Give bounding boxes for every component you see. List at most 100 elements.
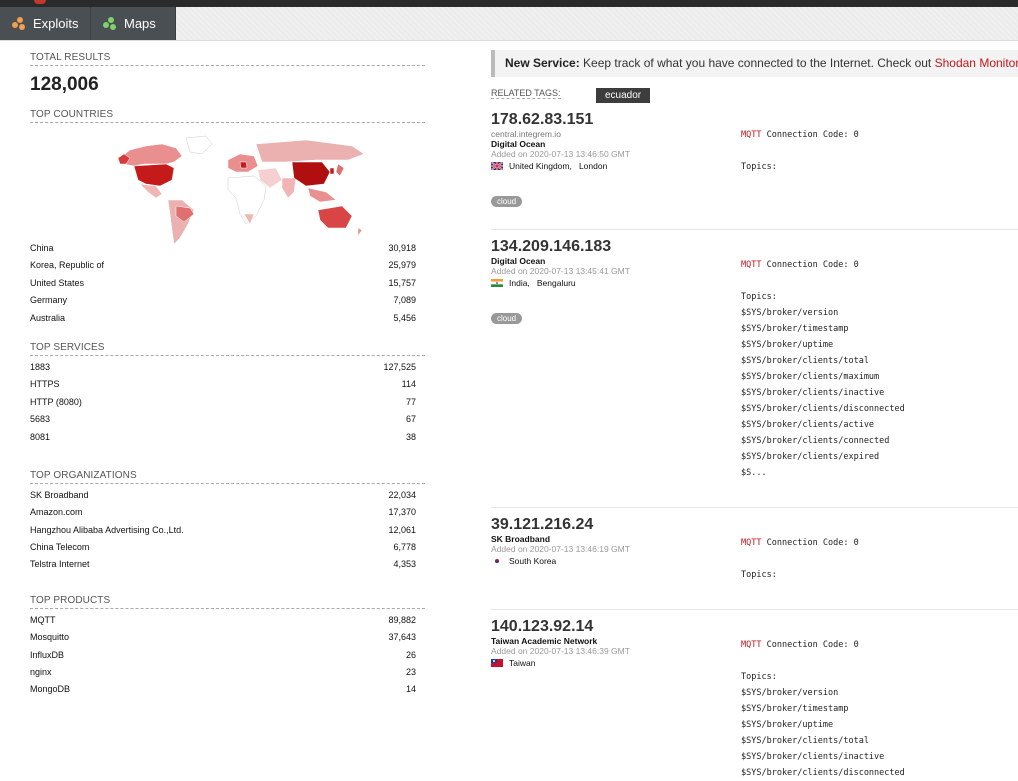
tab-maps[interactable]: Maps	[91, 7, 176, 40]
topics-label: Topics:	[741, 570, 777, 580]
list-item[interactable]: SK Broadband 22,034	[30, 487, 416, 504]
facet-name: China	[30, 243, 54, 253]
list-item[interactable]: MQTT 89,882	[30, 612, 416, 629]
topic-line: $SYS/broker/clients/expired	[741, 452, 880, 462]
facet-count: 26	[405, 649, 416, 660]
map-usa[interactable]	[133, 163, 175, 187]
result-country[interactable]: United Kingdom,	[509, 161, 572, 171]
topic-line: $S...	[741, 468, 767, 478]
topic-line: $SYS/broker/clients/active	[741, 420, 875, 430]
tag-cloud[interactable]: cloud	[491, 313, 523, 324]
map-new-zealand[interactable]	[357, 227, 363, 237]
facet-count: 127,525	[383, 361, 416, 372]
facet-name: MQTT	[30, 614, 56, 625]
facet-name: Telstra Internet	[30, 559, 90, 570]
tag-ecuador[interactable]: ecuador	[596, 88, 651, 103]
result-banner: MQTT Connection Code: 0 Topics: $SYS/bro…	[741, 637, 905, 781]
facet-count: 25,979	[388, 260, 416, 271]
result-divider	[491, 609, 1018, 610]
world-map[interactable]	[116, 134, 368, 244]
list-item[interactable]: Telstra Internet 4,353	[30, 556, 416, 573]
total-results-title: TOTAL RESULTS	[30, 52, 425, 66]
list-item[interactable]: nginx 23	[30, 664, 416, 681]
list-item[interactable]: HTTPS 114	[30, 376, 416, 393]
list-item[interactable]: 1883 127,525	[30, 359, 416, 376]
top-organizations-title: TOP ORGANIZATIONS	[30, 470, 425, 484]
map-india[interactable]	[281, 177, 297, 199]
result-country[interactable]: South Korea	[509, 556, 556, 566]
list-item[interactable]: Germany 7,089	[30, 292, 416, 309]
topic-line: $SYS/broker/version	[741, 308, 839, 318]
map-greenland[interactable]	[185, 135, 213, 155]
maps-icon	[103, 16, 117, 31]
mqtt-label: MQTT	[741, 538, 762, 548]
map-se-asia[interactable]	[307, 187, 337, 203]
services-list: 1883 127,525 HTTPS 114 HTTP (8080) 77 5683 6…	[30, 359, 416, 446]
list-item[interactable]: MongoDB 14	[30, 681, 416, 698]
facet-name: China Telecom	[30, 542, 90, 553]
facet-name: InfluxDB	[30, 649, 65, 660]
facet-name: Amazon.com	[30, 507, 83, 518]
facet-count: 30,918	[388, 243, 416, 253]
uk-flag-icon	[491, 162, 503, 170]
facet-name: Australia	[30, 312, 66, 323]
list-item[interactable]: InfluxDB 26	[30, 647, 416, 664]
korea-flag-icon	[491, 557, 503, 565]
topic-line: $SYS/broker/version	[741, 688, 839, 698]
map-japan[interactable]	[335, 163, 345, 177]
facet-count: 17,370	[388, 507, 416, 518]
countries-list: China 30,918 Korea, Republic of 25,979 Uni…	[30, 240, 416, 327]
list-item[interactable]: Korea, Republic of 25,979	[30, 257, 416, 274]
facet-count: 15,757	[388, 277, 416, 288]
tab-maps-label: Maps	[124, 16, 156, 31]
tag-cloud[interactable]: cloud	[491, 196, 523, 207]
topic-line: $SYS/broker/clients/disconnected	[741, 768, 905, 778]
shodan-monitor-link[interactable]: Shodan Monitor	[935, 56, 1018, 70]
facet-count: 4,353	[393, 559, 416, 570]
list-item[interactable]: 5683 67	[30, 411, 416, 428]
result-country[interactable]: India,	[509, 278, 530, 288]
total-results-count: 128,006	[30, 74, 99, 95]
connection-code: Connection Code: 0	[761, 260, 859, 270]
topics-label: Topics:	[741, 162, 777, 172]
map-russia[interactable]	[255, 139, 365, 163]
tab-exploits[interactable]: Exploits	[0, 7, 91, 40]
tab-exploits-label: Exploits	[33, 16, 79, 31]
facet-count: 6,778	[393, 542, 416, 553]
list-item[interactable]: Amazon.com 17,370	[30, 504, 416, 521]
top-strip	[0, 0, 1018, 7]
map-mexico[interactable]	[139, 183, 163, 199]
top-countries-title: TOP COUNTRIES	[30, 109, 425, 123]
top-services-title: TOP SERVICES	[30, 342, 425, 356]
result-country[interactable]: Taiwan	[509, 658, 535, 668]
list-item[interactable]: 8081 38	[30, 429, 416, 446]
list-item[interactable]: Hangzhou Alibaba Advertising Co.,Ltd. 12,…	[30, 522, 416, 539]
map-australia[interactable]	[317, 205, 353, 229]
connection-code: Connection Code: 0	[761, 538, 859, 548]
list-item[interactable]: United States 15,757	[30, 275, 416, 292]
map-canada[interactable]	[119, 143, 183, 167]
map-china[interactable]	[291, 161, 331, 187]
map-korea[interactable]	[329, 167, 335, 175]
map-germany[interactable]	[239, 161, 248, 169]
notice-text: Keep track of what you have connected to…	[579, 56, 935, 70]
related-tags-label: RELATED TAGS:	[491, 88, 561, 99]
list-item[interactable]: HTTP (8080) 77	[30, 394, 416, 411]
topic-line: $SYS/broker/clients/inactive	[741, 752, 885, 762]
list-item[interactable]: Mosquitto 37,643	[30, 629, 416, 646]
result-ip-link[interactable]: 140.123.92.14	[491, 618, 1018, 636]
list-item[interactable]: Australia 5,456	[30, 310, 416, 327]
list-item[interactable]: China Telecom 6,778	[30, 539, 416, 556]
facet-name: United States	[30, 277, 85, 288]
topic-line: $SYS/broker/clients/inactive	[741, 388, 885, 398]
result-ip-link[interactable]: 134.209.146.183	[491, 238, 1018, 256]
shodan-logo	[34, 0, 46, 4]
facet-count: 22,034	[388, 489, 416, 500]
result-item: 140.123.92.14 Taiwan Academic Network Ad…	[491, 618, 1018, 778]
india-flag-icon	[491, 279, 503, 287]
mqtt-label: MQTT	[741, 130, 762, 140]
result-ip-link[interactable]: 39.121.216.24	[491, 516, 1018, 534]
facet-count: 38	[405, 431, 416, 442]
topic-line: $SYS/broker/clients/disconnected	[741, 404, 905, 414]
facet-count: 77	[405, 396, 416, 407]
